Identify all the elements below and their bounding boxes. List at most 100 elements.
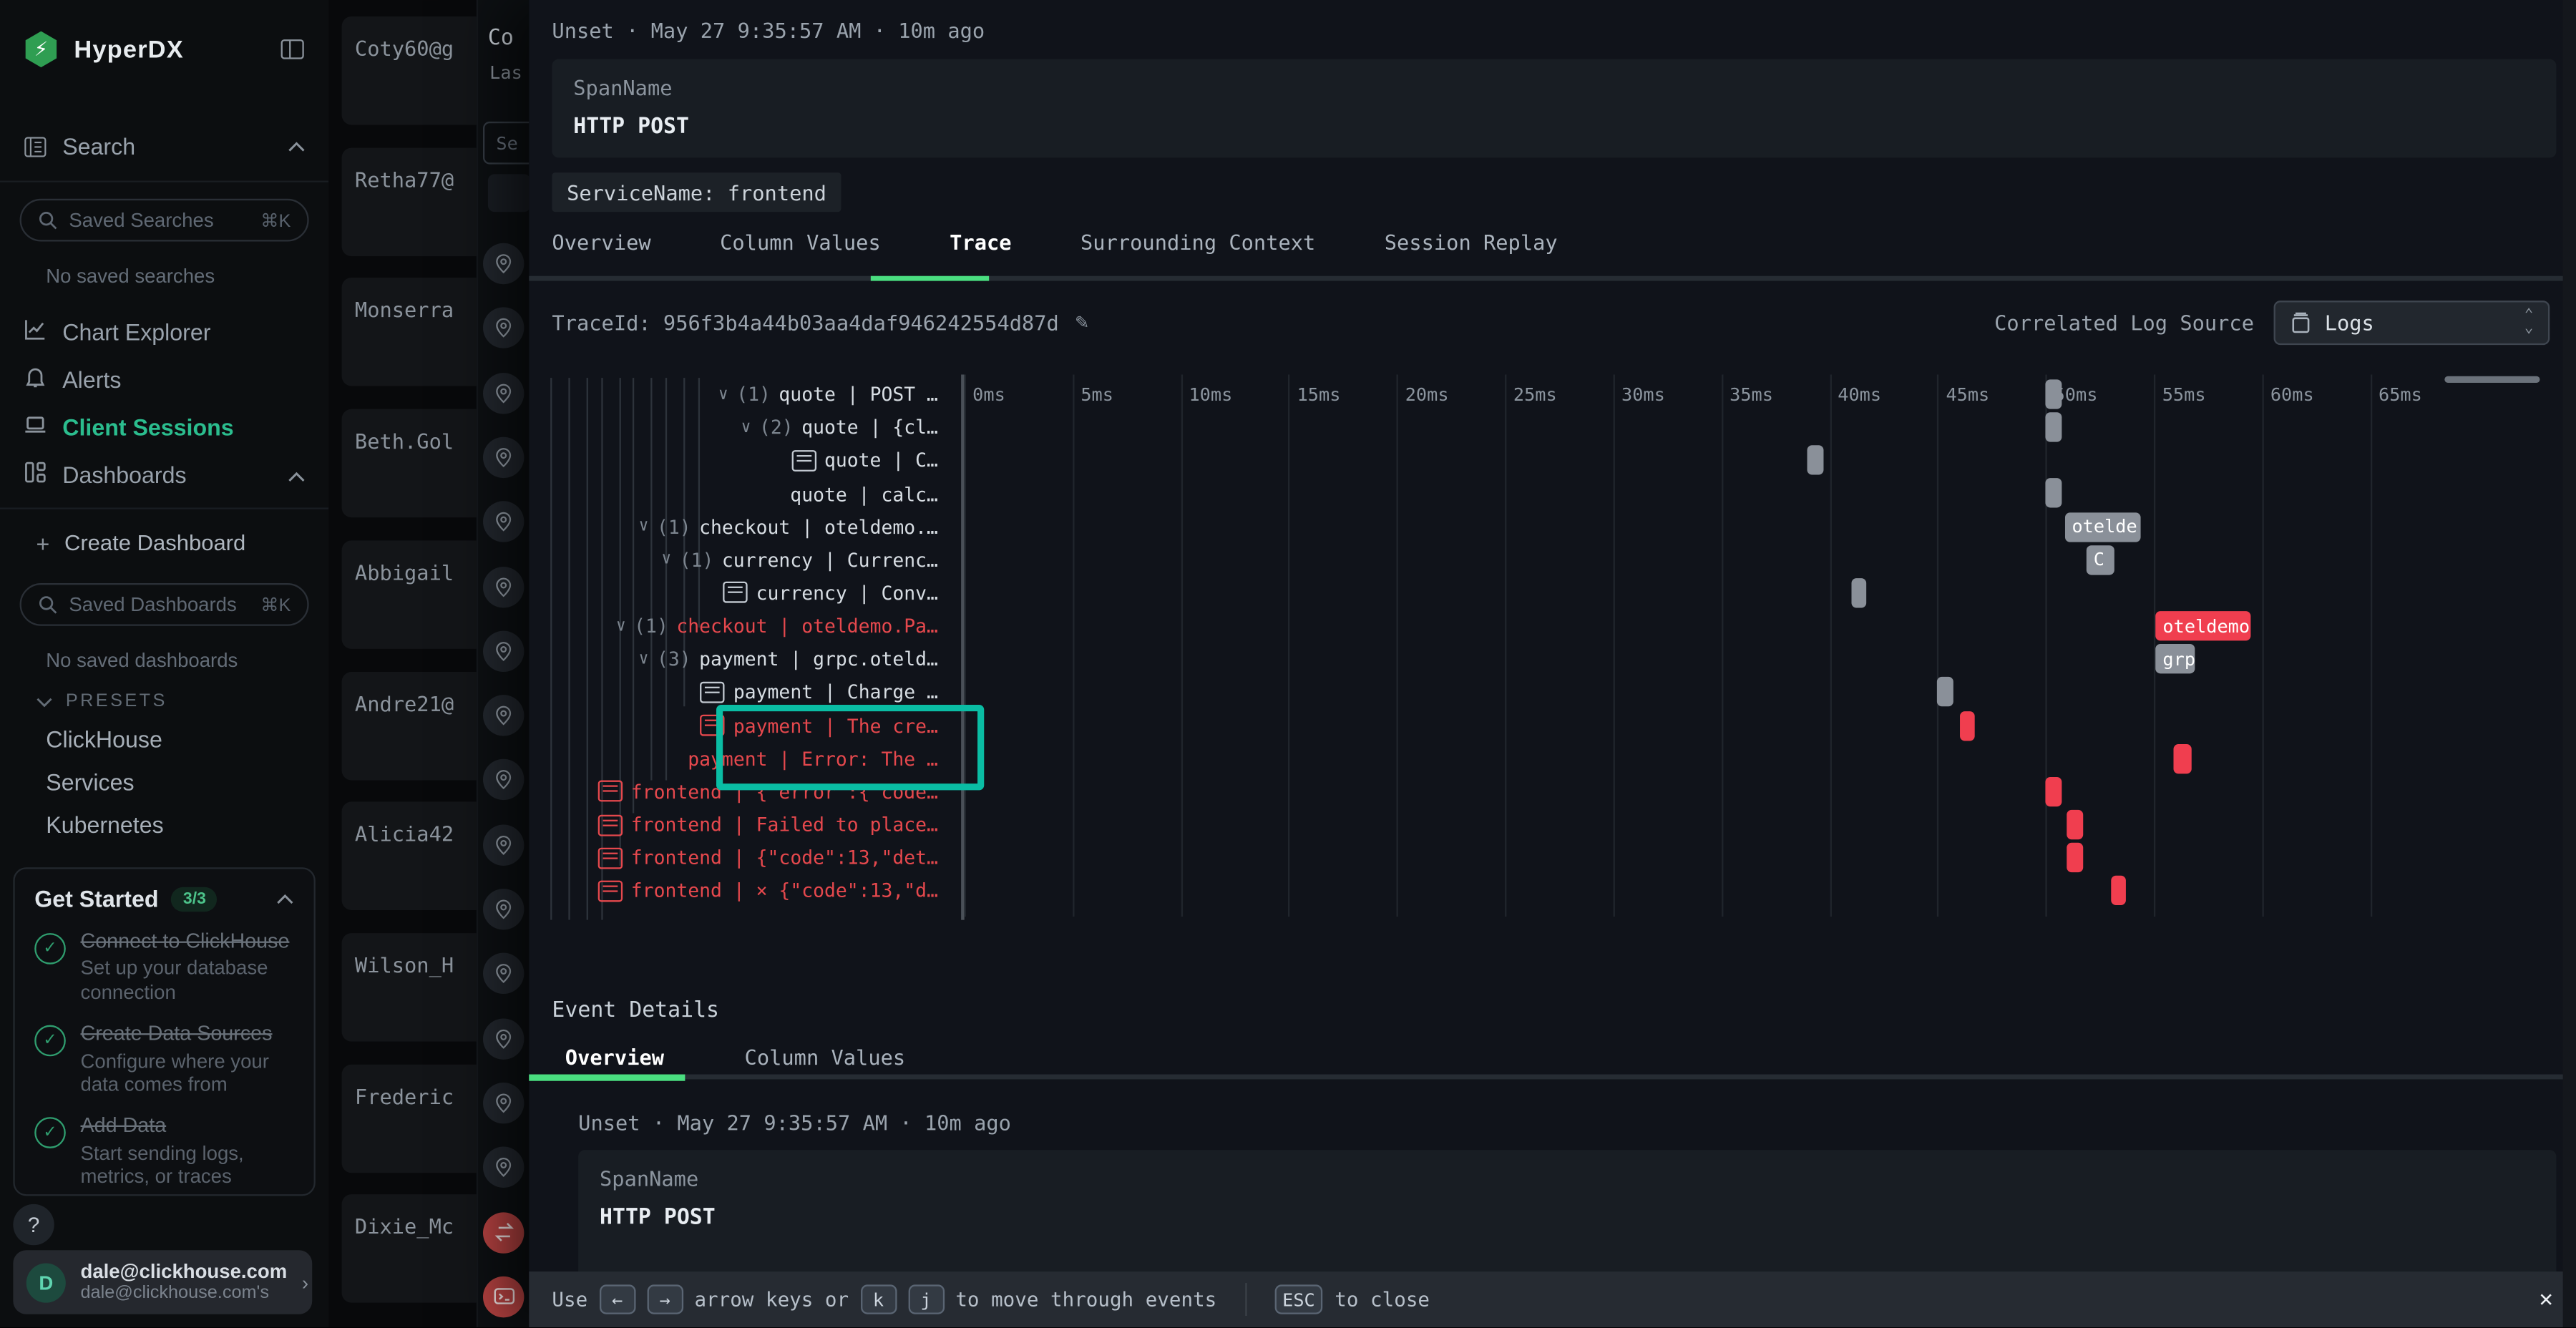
collapse-sidebar-icon[interactable] [279,36,306,63]
sidebar-item-chart-explorer[interactable]: Chart Explorer [0,307,328,355]
tab-overview[interactable]: Overview [552,230,650,254]
pin-icon[interactable] [483,760,524,801]
create-dashboard-button[interactable]: + Create Dashboard [0,519,328,567]
pin-icon[interactable] [483,1018,524,1059]
chevron-down-icon[interactable]: ∨ [616,617,626,635]
pin-icon[interactable] [483,824,524,865]
footer-close-text: to close [1335,1288,1430,1311]
span-duration-bar[interactable] [2046,379,2061,409]
event-details-tab-column-values[interactable]: Column Values [745,1045,906,1069]
pin-icon[interactable] [483,889,524,929]
pin-icon[interactable] [483,243,524,284]
pin-icon[interactable] [483,1147,524,1188]
log-source-value: Logs [2325,311,2374,335]
span-duration-bar[interactable] [1851,578,1866,607]
error-span-bar[interactable] [2067,810,2082,839]
timeline-hscrollbar[interactable] [2444,376,2540,383]
span-tree-row[interactable]: frontend | × {"code":13,"d… [529,874,938,907]
service-name-chip[interactable]: ServiceName: frontend [552,172,841,212]
span-row-label: currency | Conv… [756,582,938,605]
span-tree-row[interactable]: frontend | {"code":13,"det… [529,841,938,874]
pin-icon[interactable] [483,630,524,671]
preset-services[interactable]: Services [0,761,328,804]
get-started-item[interactable]: ✓Add DataStart sending logs, metrics, or… [34,1114,294,1188]
log-source-select[interactable]: Logs ⌃⌄ [2274,301,2550,345]
log-icon [791,450,816,472]
span-tree-row[interactable]: ∨(1)currency | Currenc… [529,543,938,576]
exchange-icon[interactable] [483,1211,524,1252]
session-user-name: Wilson_H [355,952,454,977]
pin-icon[interactable] [483,372,524,413]
session-search-input[interactable]: Se [483,122,529,165]
error-span-bar[interactable] [1959,711,1974,740]
chevron-down-icon[interactable]: ∨ [639,650,649,668]
pin-icon[interactable] [483,695,524,736]
chevron-down-icon[interactable]: ∨ [718,386,728,404]
pin-icon[interactable] [483,1083,524,1123]
span-tree-row[interactable]: quote | calc… [529,477,938,510]
terminal-icon[interactable] [483,1276,524,1317]
error-span-bar[interactable] [2173,743,2190,773]
get-started-card: Get Started 3/3 ✓Connect to ClickHouseSe… [13,867,315,1196]
pin-icon[interactable] [483,953,524,994]
chevron-up-icon[interactable] [276,893,294,904]
span-duration-bar[interactable] [2046,479,2061,508]
span-tree-row[interactable]: ∨(1)quote | POST … [529,378,938,411]
user-menu[interactable]: D dale@clickhouse.com dale@clickhouse.co… [13,1250,312,1314]
get-started-item[interactable]: ✓Create Data SourcesConfigure where your… [34,1022,294,1096]
chevron-down-icon[interactable]: ∨ [741,419,751,436]
span-duration-bar[interactable] [1938,678,1953,707]
get-started-item-desc: Start sending logs, metrics, or traces [81,1141,294,1188]
pin-icon[interactable] [483,566,524,607]
span-tree-row[interactable]: ∨(2)quote | {cl… [529,411,938,444]
span-duration-bar[interactable] [1808,446,1823,475]
span-tree-row[interactable]: ∨(1)checkout | oteldemo.Pa… [529,610,938,643]
span-duration-bar[interactable]: C [2087,545,2115,575]
error-span-bar[interactable] [2111,876,2126,905]
session-button-fragment[interactable] [488,174,529,212]
edit-icon[interactable]: ✎ [1075,311,1088,335]
pin-icon[interactable] [483,436,524,477]
sidebar-item-client-sessions[interactable]: Client Sessions [0,403,328,451]
span-tree-row[interactable]: quote | C… [529,444,938,477]
sidebar-item-dashboards[interactable]: Dashboards [0,450,328,498]
tab-surrounding-context[interactable]: Surrounding Context [1080,230,1315,254]
error-span-bar[interactable] [2046,777,2061,806]
span-tree-row[interactable]: ∨(1)checkout | oteldemo.… [529,510,938,543]
event-details-tab-overview[interactable]: Overview [565,1045,664,1069]
help-button[interactable]: ? [13,1204,54,1245]
span-tree-row[interactable]: payment | Charge … [529,675,938,708]
span-tree-row[interactable]: ∨(3)payment | grpc.oteld… [529,643,938,675]
span-tree-row[interactable]: currency | Conv… [529,577,938,610]
event-header-line: Unset · May 27 9:35:57 AM · 10m ago [552,18,985,42]
sidebar-item-alerts[interactable]: Alerts [0,355,328,403]
grid-icon [23,459,47,489]
preset-clickhouse[interactable]: ClickHouse [0,718,328,761]
span-tree-row[interactable]: frontend | Failed to place… [529,808,938,841]
tab-trace[interactable]: Trace [950,230,1011,254]
pin-icon[interactable] [483,502,524,542]
tab-column-values[interactable]: Column Values [720,230,881,254]
pin-icon[interactable] [483,308,524,348]
saved-searches-input[interactable]: Saved Searches ⌘K [20,199,309,242]
span-duration-bar[interactable]: otelde [2065,512,2141,541]
get-started-item[interactable]: ✓Connect to ClickHouseSet up your databa… [34,929,294,1004]
sidebar-section-search[interactable]: Search [0,122,328,171]
timeline-tick-label: 45ms [1946,384,1989,406]
panel-scrollbar[interactable] [2563,0,2576,1327]
chevron-down-icon[interactable]: ∨ [661,551,671,569]
timeline-tick-label: 25ms [1513,384,1557,406]
tab-session-replay[interactable]: Session Replay [1385,230,1558,254]
presets-toggle[interactable]: PRESETS [0,678,328,718]
timeline-tick-label: 60ms [2270,384,2314,406]
span-duration-bar[interactable] [2046,413,2061,442]
saved-dashboards-input[interactable]: Saved Dashboards ⌘K [20,583,309,626]
error-span-bar[interactable]: oteldemo. [2156,611,2251,640]
error-span-bar[interactable] [2067,843,2082,872]
span-duration-bar[interactable]: grp [2156,644,2195,673]
timeline-gridline [2262,374,2263,917]
chevron-down-icon[interactable]: ∨ [639,518,649,536]
preset-kubernetes[interactable]: Kubernetes [0,804,328,846]
hyperdx-logo-icon: ⚡ [23,31,59,68]
close-icon[interactable]: ✕ [2539,1286,2552,1313]
